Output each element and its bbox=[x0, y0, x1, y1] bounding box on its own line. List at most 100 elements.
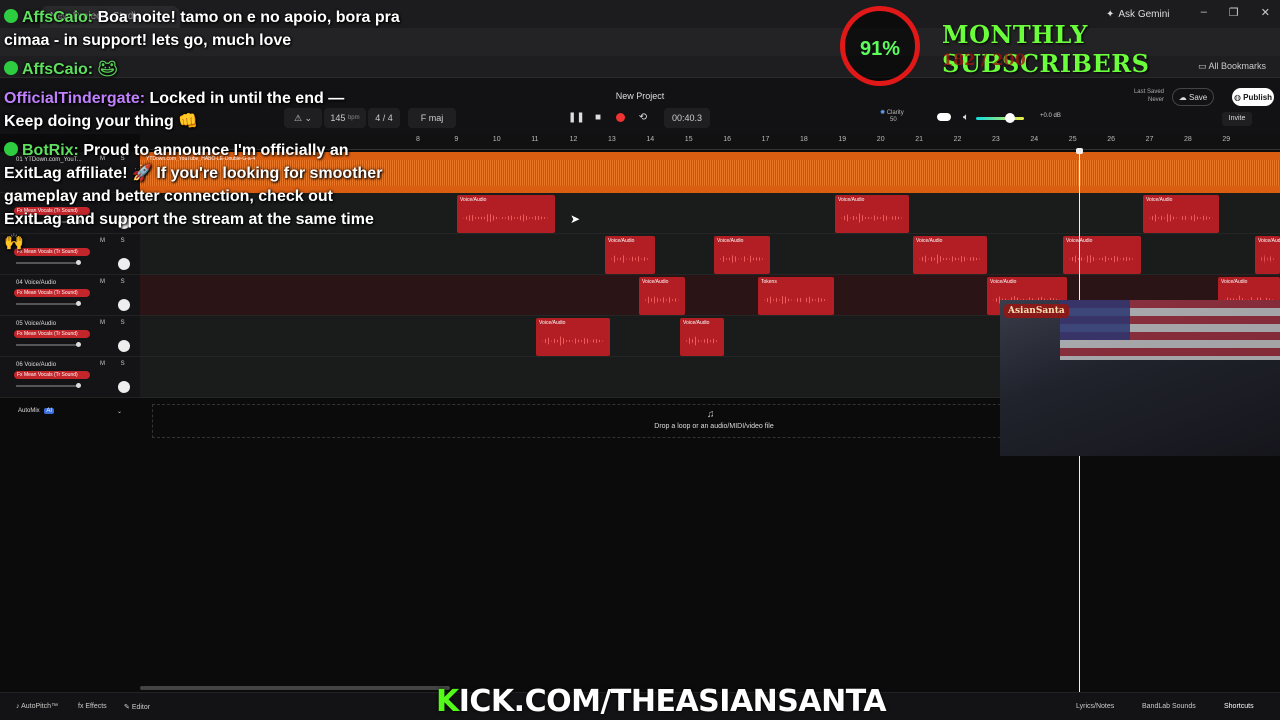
audio-clip[interactable]: Tokens bbox=[758, 277, 834, 315]
screen: { "browser": { "tab_title": "New Project… bbox=[0, 0, 1280, 720]
publish-button[interactable]: ◍ Publish bbox=[1232, 88, 1274, 106]
audio-clip[interactable]: Voice/Audio bbox=[1255, 236, 1280, 274]
audio-clip[interactable]: Voice/Audio bbox=[835, 195, 909, 233]
last-saved-value: Never bbox=[1147, 97, 1164, 103]
volume-knob[interactable] bbox=[76, 383, 81, 388]
music-note-icon: ♫ bbox=[707, 409, 715, 420]
track-volume-slider[interactable] bbox=[16, 344, 80, 346]
mute-solo-buttons[interactable]: M S bbox=[100, 361, 132, 367]
loop-icon[interactable]: ⟲ bbox=[635, 110, 651, 126]
ruler-tick-label: 19 bbox=[838, 136, 847, 143]
clip-label: Voice/Audio bbox=[1146, 197, 1173, 203]
clip-label: Voice/Audio bbox=[642, 279, 669, 285]
master-volume-knob[interactable] bbox=[1004, 113, 1015, 123]
minimize-icon[interactable]: – bbox=[1201, 6, 1207, 19]
track-header-4[interactable]: 04 Voice/Audio M S Fx Mean Vocals (Tr So… bbox=[0, 275, 140, 316]
clip-label: Voice/Audio bbox=[838, 197, 865, 203]
ruler-tick-label: 8 bbox=[416, 136, 420, 143]
speaker-icon[interactable]: 🔈︎ bbox=[958, 110, 974, 126]
last-saved: Last Saved Never bbox=[1124, 88, 1164, 104]
db-readout: +0.0 dB bbox=[1040, 113, 1061, 119]
clip-label: Voice/Audio bbox=[717, 238, 744, 244]
waveform bbox=[645, 295, 679, 305]
invite-button[interactable]: Invite bbox=[1222, 112, 1252, 126]
track-volume-slider[interactable] bbox=[16, 303, 80, 305]
clip-label: Voice/Audio bbox=[916, 238, 943, 244]
audio-clip[interactable]: Voice/Audio bbox=[536, 318, 610, 356]
project-name[interactable]: New Project bbox=[600, 91, 680, 101]
bandlab-sounds-button[interactable]: BandLab Sounds bbox=[1142, 703, 1196, 710]
audio-clip[interactable]: Voice/Audio bbox=[1143, 195, 1219, 233]
waveform bbox=[841, 213, 903, 223]
volume-knob[interactable] bbox=[76, 301, 81, 306]
autopitch-button[interactable]: ♪ AutoPitch™ bbox=[16, 703, 58, 710]
ruler-tick-label: 10 bbox=[492, 136, 501, 143]
audio-clip[interactable]: Voice/Audio bbox=[714, 236, 770, 274]
track-header-5[interactable]: 05 Voice/Audio M S Fx Mean Vocals (Tr So… bbox=[0, 316, 140, 357]
subscriber-goal-ring: 91% bbox=[840, 6, 920, 86]
volume-knob[interactable] bbox=[76, 260, 81, 265]
chevron-down-icon[interactable]: ⌄ bbox=[117, 408, 122, 415]
chat-badge-icon bbox=[4, 142, 18, 156]
waveform bbox=[686, 336, 718, 346]
shortcuts-button[interactable]: Shortcuts bbox=[1224, 703, 1254, 710]
master-volume-slider[interactable] bbox=[976, 117, 1024, 120]
pause-icon[interactable]: ❚❚ bbox=[568, 110, 585, 126]
webcam-feed: AsianSanta bbox=[1000, 300, 1280, 456]
audio-clip[interactable]: Voice/Audio bbox=[1063, 236, 1141, 274]
clarity-icon: ✺ bbox=[880, 110, 887, 116]
effects-button[interactable]: fx Effects bbox=[78, 703, 107, 710]
track-volume-slider[interactable] bbox=[16, 385, 80, 387]
editor-button[interactable]: ✎ Editor bbox=[124, 703, 150, 711]
audio-clip[interactable]: Voice/Audio bbox=[680, 318, 724, 356]
save-button[interactable]: ☁ Save bbox=[1172, 88, 1214, 106]
track-header-6[interactable]: 06 Voice/Audio M S Fx Mean Vocals (Tr So… bbox=[0, 357, 140, 398]
pan-knob[interactable] bbox=[118, 299, 130, 311]
last-saved-label: Last Saved bbox=[1133, 89, 1164, 95]
close-icon[interactable]: ✕ bbox=[1261, 6, 1270, 19]
ruler-tick-label: 18 bbox=[800, 136, 808, 143]
mute-solo-buttons[interactable]: M S bbox=[100, 279, 132, 285]
key-field[interactable]: F maj bbox=[408, 108, 456, 128]
effects-label: Effects bbox=[85, 703, 107, 710]
horizontal-scrollbar[interactable] bbox=[140, 686, 450, 690]
audio-clip[interactable]: Voice/Audio bbox=[605, 236, 655, 274]
pan-knob[interactable] bbox=[118, 258, 130, 270]
pan-knob[interactable] bbox=[118, 340, 130, 352]
ruler-tick-label: 12 bbox=[569, 136, 578, 143]
ruler-tick-label: 27 bbox=[1145, 136, 1154, 143]
stop-icon[interactable]: ■ bbox=[590, 110, 606, 126]
fx-chip[interactable]: Fx Mean Vocals (Tr Sound) bbox=[14, 330, 90, 338]
lyrics-label: Lyrics/Notes bbox=[1076, 703, 1115, 710]
mute-solo-buttons[interactable]: M S bbox=[100, 320, 132, 326]
window-controls: – ❐ ✕ bbox=[1201, 6, 1270, 19]
clarity-label: Clarity bbox=[886, 110, 904, 116]
volume-knob[interactable] bbox=[76, 342, 81, 347]
clip-label: Voice/Audio bbox=[1258, 238, 1280, 244]
audio-clip[interactable]: Voice/Audio bbox=[913, 236, 987, 274]
clip-label: Voice/Audio bbox=[608, 238, 635, 244]
chat-username: BotRix: bbox=[22, 142, 79, 159]
lyrics-button[interactable]: Lyrics/Notes bbox=[1076, 703, 1114, 710]
goal-count: 182 / 200 bbox=[942, 50, 1026, 69]
clarity-toggle[interactable] bbox=[937, 113, 951, 121]
audio-clip[interactable]: Voice/Audio bbox=[457, 195, 555, 233]
fx-chip[interactable]: Fx Mean Vocals (Tr Sound) bbox=[14, 289, 90, 297]
record-button[interactable] bbox=[612, 110, 628, 126]
record-icon bbox=[615, 113, 625, 122]
automix-row[interactable]: AutoMix AI ⌄ bbox=[0, 404, 140, 420]
ruler-tick-label: 20 bbox=[876, 136, 885, 143]
waveform bbox=[919, 254, 981, 264]
audio-clip[interactable]: Voice/Audio bbox=[639, 277, 685, 315]
waveform bbox=[1149, 213, 1213, 223]
pan-knob[interactable] bbox=[118, 381, 130, 393]
maximize-icon[interactable]: ❐ bbox=[1229, 6, 1239, 19]
clarity-value: 50 bbox=[890, 117, 897, 123]
ruler-tick-label: 14 bbox=[646, 136, 655, 143]
fx-chip[interactable]: Fx Mean Vocals (Tr Sound) bbox=[14, 371, 90, 379]
clip-label: Tokens bbox=[761, 279, 777, 285]
publish-label: Publish bbox=[1243, 92, 1273, 102]
clarity-control[interactable]: ✺ Clarity 50 bbox=[880, 110, 904, 124]
waveform bbox=[542, 336, 604, 346]
track-volume-slider[interactable] bbox=[16, 262, 80, 264]
